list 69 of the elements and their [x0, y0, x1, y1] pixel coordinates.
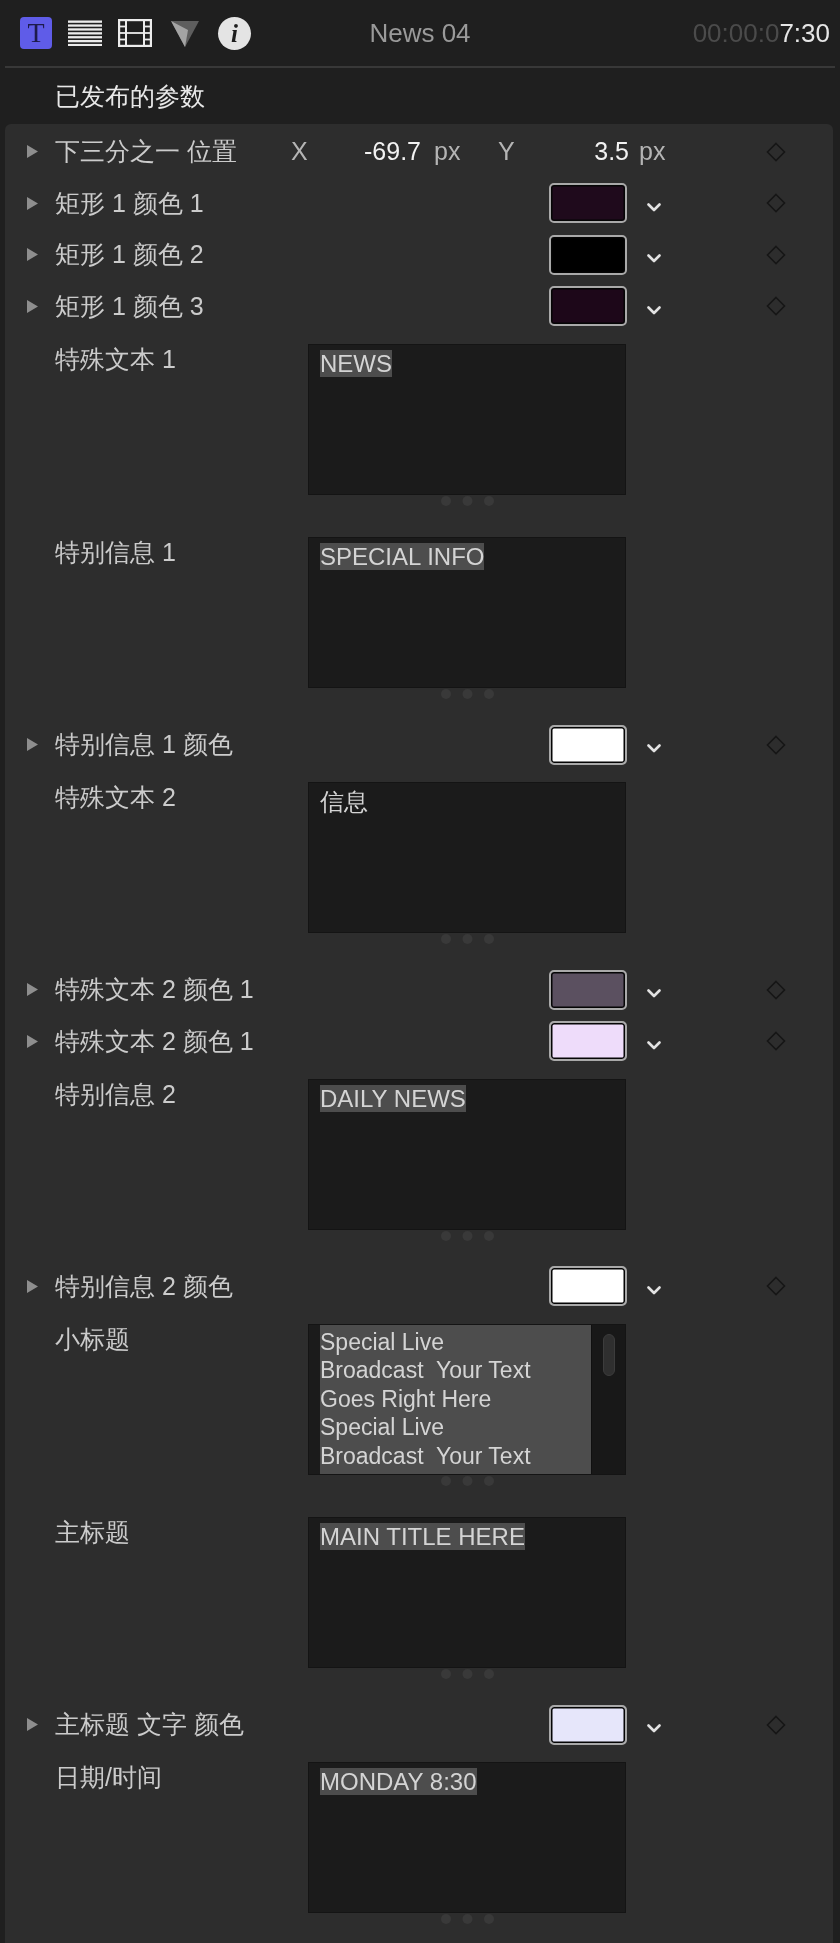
parameter-label: 矩形 1 颜色 3 — [55, 291, 204, 320]
color-swatch[interactable] — [549, 234, 627, 275]
parameter-label: 下三分之一 位置 — [55, 137, 237, 166]
unit-label: px — [639, 137, 666, 166]
chevron-down-icon[interactable] — [647, 202, 661, 212]
chevron-down-icon[interactable] — [647, 254, 661, 264]
y-axis-label: Y — [498, 137, 515, 166]
color-swatch[interactable] — [549, 286, 627, 327]
color-swatch[interactable] — [549, 1021, 627, 1062]
resize-handle-icon[interactable] — [440, 1914, 494, 1924]
parameter-label: 日期/时间 — [55, 1763, 162, 1791]
parameter-label: 特别信息 1 颜色 — [55, 730, 233, 759]
chevron-down-icon[interactable] — [647, 1040, 661, 1050]
resize-handle-icon[interactable] — [440, 1475, 494, 1486]
resize-handle-icon[interactable] — [440, 1669, 494, 1679]
chevron-down-icon[interactable] — [647, 1724, 661, 1734]
parameter-label: 特别信息 2 — [55, 1079, 176, 1108]
text-field[interactable]: 信息 — [308, 782, 626, 933]
parameter-label: 特殊文本 2 颜色 1 — [55, 975, 254, 1004]
parameter-label: 特殊文本 1 — [55, 344, 176, 373]
info-button[interactable]: i — [218, 16, 251, 50]
text-field[interactable]: MONDAY 8:30 — [308, 1762, 626, 1913]
lines-icon — [68, 20, 102, 46]
parameter-label: 矩形 1 颜色 1 — [55, 188, 204, 217]
color-swatch[interactable] — [549, 969, 627, 1010]
parameter-label: 主标题 文字 颜色 — [55, 1710, 244, 1739]
resize-handle-icon[interactable] — [440, 689, 494, 699]
chevron-down-icon[interactable] — [647, 744, 661, 754]
chevron-down-icon[interactable] — [647, 989, 661, 999]
disclosure-triangle-icon[interactable] — [27, 248, 38, 262]
text-field[interactable]: DAILY NEWS — [308, 1078, 626, 1230]
text-field[interactable]: SPECIAL INFO — [308, 537, 626, 688]
parameter-label: 矩形 1 颜色 2 — [55, 240, 204, 269]
x-axis-label: X — [291, 137, 308, 166]
section-title: 已发布的参数 — [55, 80, 205, 112]
chevron-down-icon[interactable] — [647, 1285, 661, 1295]
parameter-label: 特别信息 1 — [55, 538, 176, 566]
disclosure-triangle-icon[interactable] — [27, 1718, 38, 1732]
resize-handle-icon[interactable] — [440, 1230, 494, 1241]
x-value[interactable]: -69.7 — [364, 137, 421, 166]
resize-handle-icon[interactable] — [440, 495, 494, 506]
color-swatch[interactable] — [549, 1266, 627, 1307]
y-value[interactable]: 3.5 — [594, 137, 629, 166]
triangle-icon — [170, 18, 200, 48]
disclosure-triangle-icon[interactable] — [27, 145, 38, 159]
parameter-label: 小标题 — [55, 1324, 130, 1353]
parameter-label: 主标题 — [55, 1518, 130, 1546]
disclosure-triangle-icon[interactable] — [27, 983, 38, 997]
text-field[interactable]: Special Live Broadcast Your Text Goes Right Here Special Live Broadcast Your Text — [308, 1323, 626, 1475]
parameter-label: 特殊文本 2 — [55, 783, 176, 811]
text-field[interactable]: NEWS — [308, 343, 626, 495]
color-swatch[interactable] — [549, 724, 627, 765]
disclosure-triangle-icon[interactable] — [27, 196, 38, 210]
disclosure-triangle-icon[interactable] — [27, 738, 38, 752]
unit-label: px — [434, 137, 461, 166]
color-swatch[interactable] — [549, 183, 627, 224]
disclosure-triangle-icon[interactable] — [27, 299, 38, 313]
parameter-label: 特别信息 2 颜色 — [55, 1271, 233, 1300]
text-tab[interactable]: T — [20, 17, 52, 49]
color-swatch[interactable] — [549, 1704, 627, 1745]
disclosure-triangle-icon[interactable] — [27, 1034, 38, 1048]
disclosure-triangle-icon[interactable] — [27, 1279, 38, 1293]
film-tab[interactable] — [118, 16, 152, 50]
parameter-label: 特殊文本 2 颜色 1 — [55, 1026, 254, 1055]
window-title: News 04 — [369, 17, 471, 49]
resize-handle-icon[interactable] — [440, 934, 494, 944]
film-strip-icon — [118, 19, 152, 47]
chevron-down-icon[interactable] — [647, 305, 661, 315]
text-field[interactable]: MAIN TITLE HERE — [308, 1517, 626, 1668]
